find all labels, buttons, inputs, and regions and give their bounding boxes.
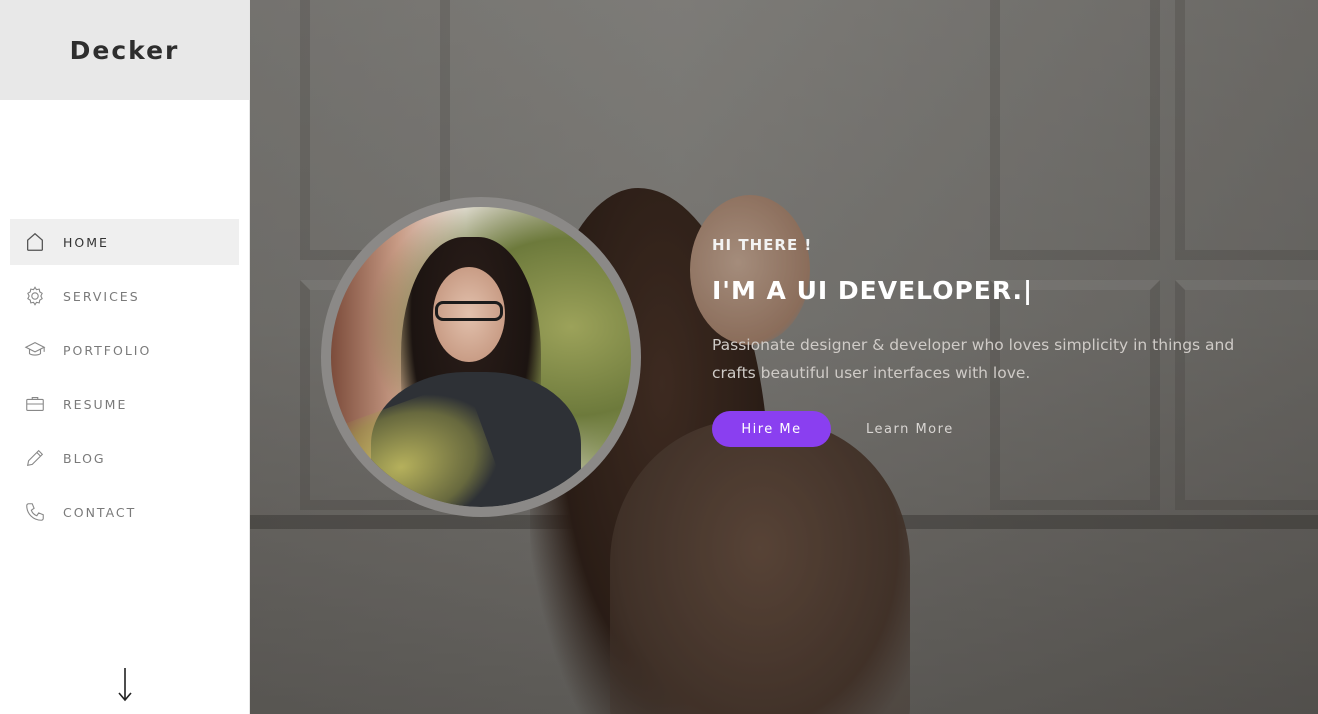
intro-description: Passionate designer & developer who love… xyxy=(712,336,1235,382)
nav-item-label: SERVICES xyxy=(63,288,140,304)
pencil-icon xyxy=(24,447,46,469)
nav-item-label: RESUME xyxy=(63,396,128,412)
gear-icon xyxy=(24,285,46,307)
nav-item-resume[interactable]: RESUME xyxy=(10,381,239,427)
scroll-down-arrow-icon[interactable] xyxy=(112,664,138,704)
briefcase-icon xyxy=(24,393,46,415)
brand-header: Decker xyxy=(0,0,249,100)
cta-group: Hire Me Learn More xyxy=(712,411,1272,447)
nav-item-label: BLOG xyxy=(63,450,106,466)
nav-item-contact[interactable]: CONTACT xyxy=(10,489,239,535)
nav-item-home[interactable]: HOME xyxy=(10,219,239,265)
hero-section: HI THERE ! I'M A UI DEVELOPER.| Passiona… xyxy=(250,0,1318,714)
nav-item-label: HOME xyxy=(63,234,109,250)
main-nav: HOME SERVICES PORTFOLIO RESUME BLOG CONT… xyxy=(10,219,239,543)
avatar-glasses xyxy=(435,301,503,321)
greeting-text: HI THERE ! xyxy=(712,236,813,254)
nav-item-blog[interactable]: BLOG xyxy=(10,435,239,481)
home-icon xyxy=(24,231,46,253)
phone-icon xyxy=(24,501,46,523)
sidebar: Decker HOME SERVICES PORTFOLIO RESUME BL… xyxy=(0,0,250,714)
nav-item-label: CONTACT xyxy=(63,504,137,520)
graduation-cap-icon xyxy=(24,339,46,361)
headline: I'M A UI DEVELOPER.| xyxy=(712,276,1034,305)
intro-block: HI THERE ! I'M A UI DEVELOPER.| Passiona… xyxy=(712,236,1272,447)
brand-logo-text[interactable]: Decker xyxy=(70,36,180,65)
profile-photo xyxy=(331,207,631,507)
nav-item-label: PORTFOLIO xyxy=(63,342,152,358)
hire-me-button[interactable]: Hire Me xyxy=(712,411,831,447)
learn-more-link[interactable]: Learn More xyxy=(866,422,954,437)
profile-avatar xyxy=(321,197,641,517)
nav-item-services[interactable]: SERVICES xyxy=(10,273,239,319)
nav-item-portfolio[interactable]: PORTFOLIO xyxy=(10,327,239,373)
